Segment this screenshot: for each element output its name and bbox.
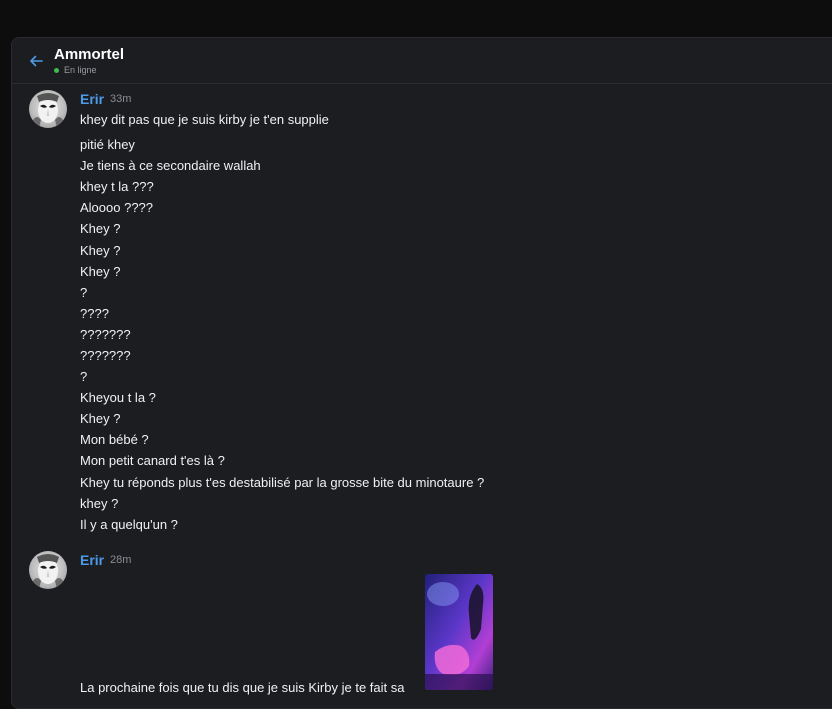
message-text: ? <box>80 369 88 384</box>
message-text: pitié khey <box>80 137 135 152</box>
message-text: Khey ? <box>80 221 121 236</box>
status-label: En ligne <box>64 65 97 75</box>
image-attachment[interactable] <box>425 574 493 690</box>
message-text: La prochaine fois que tu dis que je suis… <box>80 680 405 695</box>
message-text: Il y a quelqu'un ? <box>80 517 178 532</box>
message-author[interactable]: Erir <box>80 91 104 107</box>
avatar[interactable] <box>29 551 67 589</box>
message-text: khey t la ??? <box>80 179 154 194</box>
message-author[interactable]: Erir <box>80 552 104 568</box>
message-text: Khey ? <box>80 411 121 426</box>
message-text: ???? <box>80 306 109 321</box>
message-text: khey ? <box>80 496 119 511</box>
back-arrow-icon[interactable] <box>28 53 44 69</box>
mask-avatar-icon <box>33 554 63 589</box>
message-text: Je tiens à ce secondaire wallah <box>80 158 261 173</box>
message-time: 28m <box>110 554 132 566</box>
chat-header: Ammortel En ligne <box>12 38 832 84</box>
message-text: ??????? <box>80 348 131 363</box>
avatar[interactable] <box>29 90 67 128</box>
contact-name[interactable]: Ammortel <box>54 46 124 63</box>
online-dot-icon <box>54 67 59 73</box>
mask-avatar-icon <box>33 93 63 128</box>
message-text: Khey tu réponds plus t'es destabilisé pa… <box>80 475 485 490</box>
message-text: ??????? <box>80 327 131 342</box>
message-text: Khey ? <box>80 243 121 258</box>
message-text: Mon petit canard t'es là ? <box>80 453 225 468</box>
message-text: Khey ? <box>80 264 121 279</box>
message-list: Erir 33m khey dit pas que je suis kirby … <box>12 84 832 708</box>
online-status: En ligne <box>54 65 97 75</box>
message-text: ? <box>80 285 88 300</box>
message-text: Mon bébé ? <box>80 432 149 447</box>
message-text: khey dit pas que je suis kirby je t'en s… <box>80 112 329 127</box>
image-attachment-icon <box>425 574 493 690</box>
message-text: Aloooo ???? <box>80 200 154 215</box>
message-time: 33m <box>110 93 132 105</box>
chat-window: Ammortel En ligne Erir 33m khey dit pas … <box>11 37 832 709</box>
message-text: Kheyou t la ? <box>80 390 156 405</box>
